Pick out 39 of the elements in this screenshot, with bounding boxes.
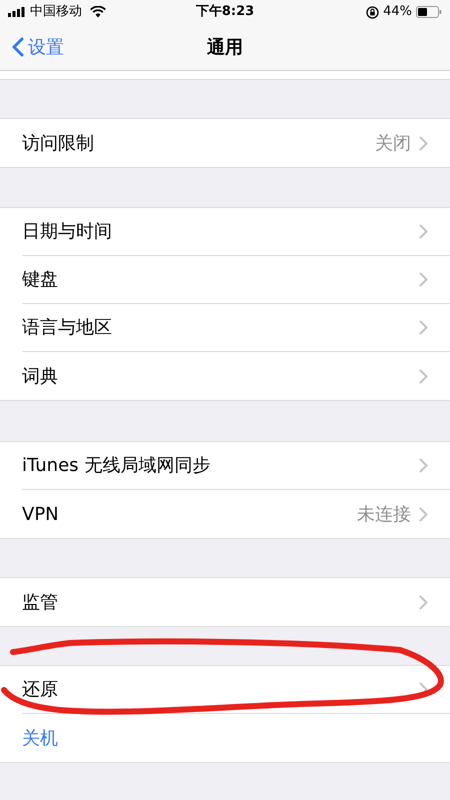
chevron-icon: [419, 458, 428, 473]
wifi-icon: [90, 6, 106, 18]
carrier-name: 中国移动: [30, 3, 82, 22]
settings-row[interactable]: 关机: [0, 714, 450, 762]
orientation-lock-icon: [366, 6, 380, 18]
settings-row[interactable]: 日期与时间: [0, 208, 450, 256]
signal-icon: [8, 7, 26, 17]
row-value: 关闭: [375, 132, 411, 156]
chevron-icon: [419, 272, 428, 287]
settings-row[interactable]: VPN 未连接: [0, 490, 450, 538]
row-label: 关机: [22, 726, 58, 750]
back-chevron-icon: [12, 37, 24, 57]
chevron-icon: [419, 224, 428, 239]
back-button[interactable]: 设置: [0, 34, 64, 60]
chevron-icon: [419, 506, 428, 522]
chevron-icon: [419, 368, 428, 384]
settings-row[interactable]: 监管: [0, 578, 450, 626]
row-label: 日期与时间: [22, 220, 112, 244]
settings-row[interactable]: 访问限制 关闭: [0, 119, 450, 167]
settings-row[interactable]: 词典: [0, 352, 450, 400]
settings-row[interactable]: 键盘: [0, 256, 450, 304]
battery-icon: [416, 6, 442, 18]
row-label: VPN: [22, 502, 59, 526]
row-label: 语言与地区: [22, 316, 112, 340]
chevron-icon: [419, 320, 428, 335]
row-label: 还原: [22, 678, 58, 702]
row-value: 未连接: [357, 502, 411, 526]
row-label: 监管: [22, 590, 58, 614]
row-label: 访问限制: [22, 132, 94, 156]
row-label: iTunes 无线局域网同步: [22, 454, 210, 478]
row-label: 词典: [22, 364, 58, 388]
chevron-icon: [419, 136, 428, 150]
settings-row[interactable]: 语言与地区: [0, 304, 450, 352]
status-time: 下午8:23: [196, 3, 254, 22]
nav-title: 通用: [207, 36, 243, 60]
chevron-icon: [419, 594, 428, 610]
battery-percent: 44%: [383, 3, 412, 22]
row-label: 键盘: [22, 268, 58, 292]
settings-row[interactable]: iTunes 无线局域网同步: [0, 442, 450, 490]
